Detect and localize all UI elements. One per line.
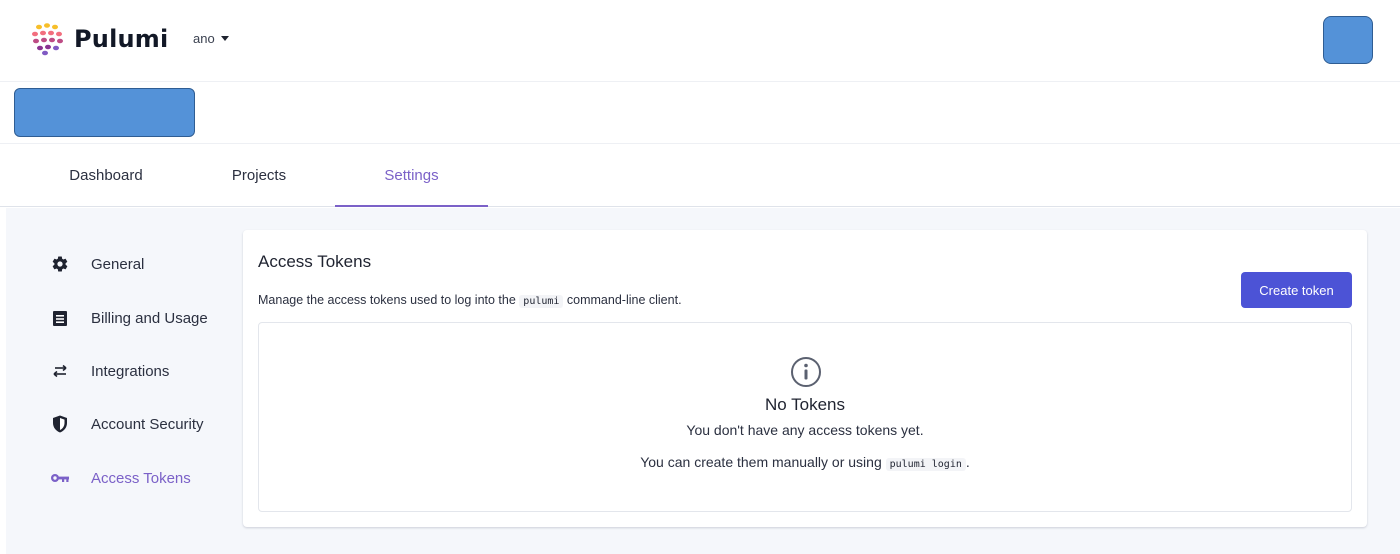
settings-sidebar: General Billing and Usage Integrations A… (6, 208, 236, 554)
hint-text: You can create them manually or using (640, 454, 882, 470)
org-bar (0, 82, 1400, 144)
pulumi-logo[interactable]: Pulumi (30, 22, 168, 56)
sidebar-item-label: Billing and Usage (91, 309, 208, 327)
pulumi-logo-icon (32, 23, 63, 56)
empty-state-hint: You can create them manually or using pu… (259, 454, 1351, 471)
user-avatar[interactable] (1323, 16, 1373, 64)
sidebar-item-access-tokens[interactable]: Access Tokens (50, 464, 191, 492)
key-icon (50, 468, 70, 488)
access-tokens-panel: Access Tokens Manage the access tokens u… (243, 230, 1367, 527)
inline-code: pulumi (519, 295, 564, 308)
settings-content: General Billing and Usage Integrations A… (6, 208, 1400, 554)
empty-state-title: No Tokens (764, 395, 845, 414)
tab-dashboard[interactable]: Dashboard (56, 144, 156, 207)
empty-state-message: You don't have any access tokens yet. (686, 422, 924, 438)
top-header: Pulumi ano (0, 0, 1400, 82)
brand-name: Pulumi (74, 25, 169, 53)
org-switcher[interactable]: ano (193, 31, 229, 46)
sidebar-item-label: Account Security (91, 415, 204, 433)
create-token-button[interactable]: Create token (1241, 272, 1352, 308)
gear-icon (50, 254, 70, 274)
empty-state: No Tokens You don't have any access toke… (258, 322, 1352, 512)
info-icon (791, 357, 821, 387)
description-text: Manage the access tokens used to log int… (258, 293, 516, 307)
sidebar-item-billing[interactable]: Billing and Usage (50, 304, 208, 332)
sidebar-item-integrations[interactable]: Integrations (50, 357, 169, 385)
sidebar-item-label: Integrations (91, 362, 170, 380)
caret-down-icon (220, 36, 229, 41)
org-name: ano (193, 31, 215, 46)
sidebar-item-label: General (91, 255, 145, 273)
inline-code: pulumi login (885, 458, 966, 471)
tab-projects[interactable]: Projects (210, 144, 308, 207)
tab-settings[interactable]: Settings (335, 144, 488, 207)
shield-icon (50, 414, 70, 434)
arrows-exchange-icon (50, 361, 70, 381)
panel-title: Access Tokens (258, 252, 372, 271)
sidebar-item-general[interactable]: General (50, 250, 144, 278)
sidebar-item-label: Access Tokens (91, 469, 191, 487)
panel-description: Manage the access tokens used to log int… (258, 293, 682, 308)
hint-text: . (965, 454, 970, 470)
sidebar-item-account-security[interactable]: Account Security (50, 410, 204, 438)
receipt-icon (50, 308, 70, 328)
org-avatar-block[interactable] (14, 88, 195, 137)
description-text: command-line client. (566, 293, 682, 307)
main-tabs: Dashboard Projects Settings (0, 144, 1400, 207)
